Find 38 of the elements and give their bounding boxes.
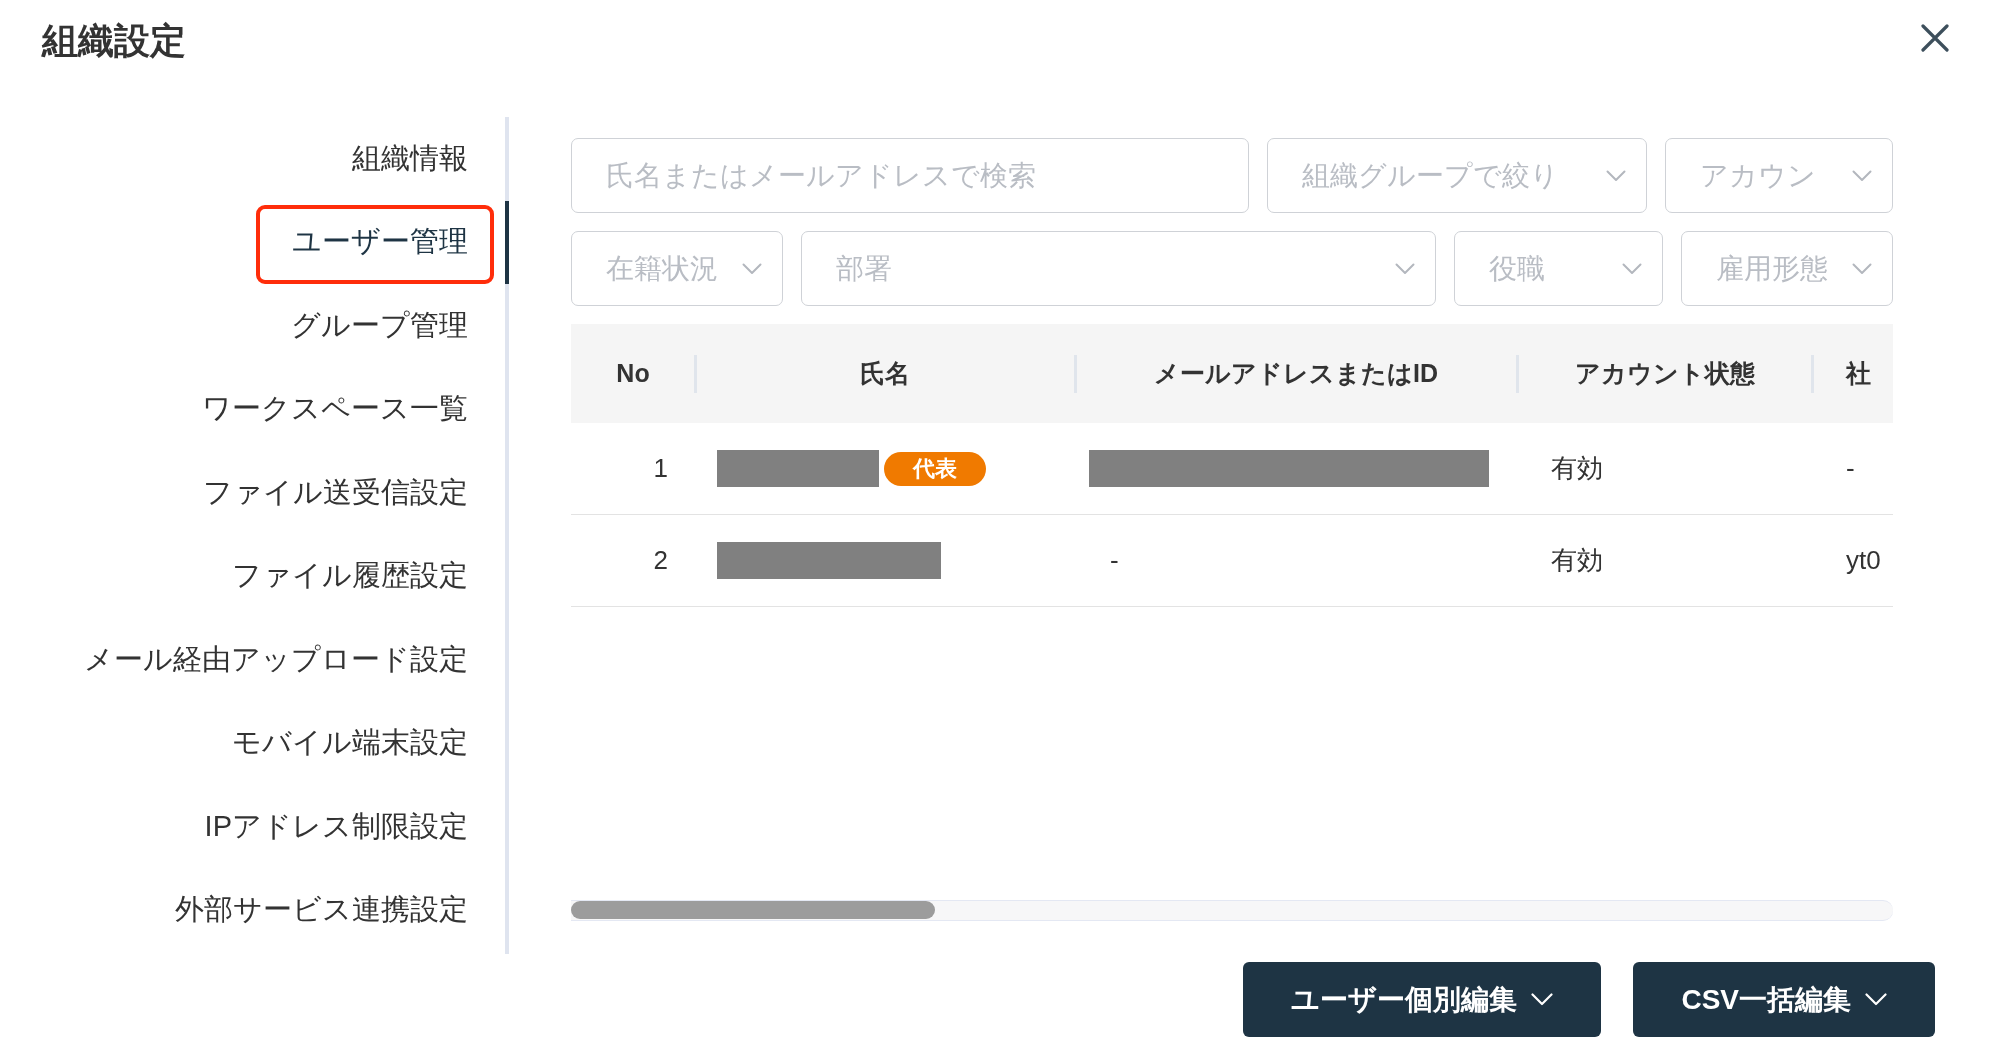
row-number: 2 — [653, 545, 668, 576]
column-header: No — [616, 359, 650, 388]
sidebar-item[interactable]: 外部サービス連携設定 — [0, 868, 509, 952]
sidebar-item[interactable]: 組織情報 — [0, 117, 509, 201]
sidebar-item[interactable]: モバイル端末設定 — [0, 701, 509, 785]
scrollbar-thumb[interactable] — [571, 901, 935, 919]
chevron-down-icon — [1852, 169, 1872, 182]
chevron-down-icon — [742, 262, 762, 275]
chevron-down-icon — [1852, 262, 1872, 275]
chevron-down-icon — [1395, 262, 1415, 275]
representative-badge: 代表 — [884, 451, 986, 486]
table-cell: yt0 — [1846, 545, 1881, 576]
sidebar-item[interactable]: ユーザー管理 — [0, 200, 509, 284]
horizontal-scrollbar[interactable] — [571, 900, 1893, 921]
chevron-down-icon — [1606, 169, 1626, 182]
search-field[interactable]: 氏名またはメールアドレスで検索 — [571, 138, 1249, 213]
chevron-down-icon — [1531, 993, 1554, 1006]
column-header: 氏名 — [860, 358, 910, 389]
sidebar-item[interactable]: ワークスペース一覧 — [0, 367, 509, 451]
chevron-down-icon — [1622, 262, 1642, 275]
column-header: メールアドレスまたはID — [1154, 358, 1438, 389]
close-icon[interactable] — [1921, 24, 1949, 52]
dialog-title: 組織設定 — [42, 19, 186, 63]
chevron-down-icon — [1865, 993, 1887, 1006]
table-cell: - — [1110, 545, 1119, 576]
sidebar-item[interactable]: グループ管理 — [0, 284, 509, 368]
dropdown-button[interactable]: ユーザー個別編集 — [1243, 962, 1602, 1037]
table-cell-text: 有効 — [1551, 544, 1603, 577]
sidebar-item[interactable]: メール経由アップロード設定 — [0, 618, 509, 702]
column-header: 社 — [1846, 358, 1871, 389]
sidebar-item[interactable]: ファイル送受信設定 — [0, 451, 509, 535]
table-cell: - — [1846, 453, 1855, 484]
row-number: 1 — [653, 453, 668, 484]
sidebar-item[interactable]: IPアドレス制限設定 — [0, 785, 509, 869]
table-cell-text: 有効 — [1551, 452, 1603, 485]
sidebar-item[interactable]: ファイル履歴設定 — [0, 534, 509, 618]
column-header: アカウント状態 — [1574, 358, 1755, 389]
dropdown-button[interactable]: CSV一括編集 — [1633, 962, 1935, 1037]
